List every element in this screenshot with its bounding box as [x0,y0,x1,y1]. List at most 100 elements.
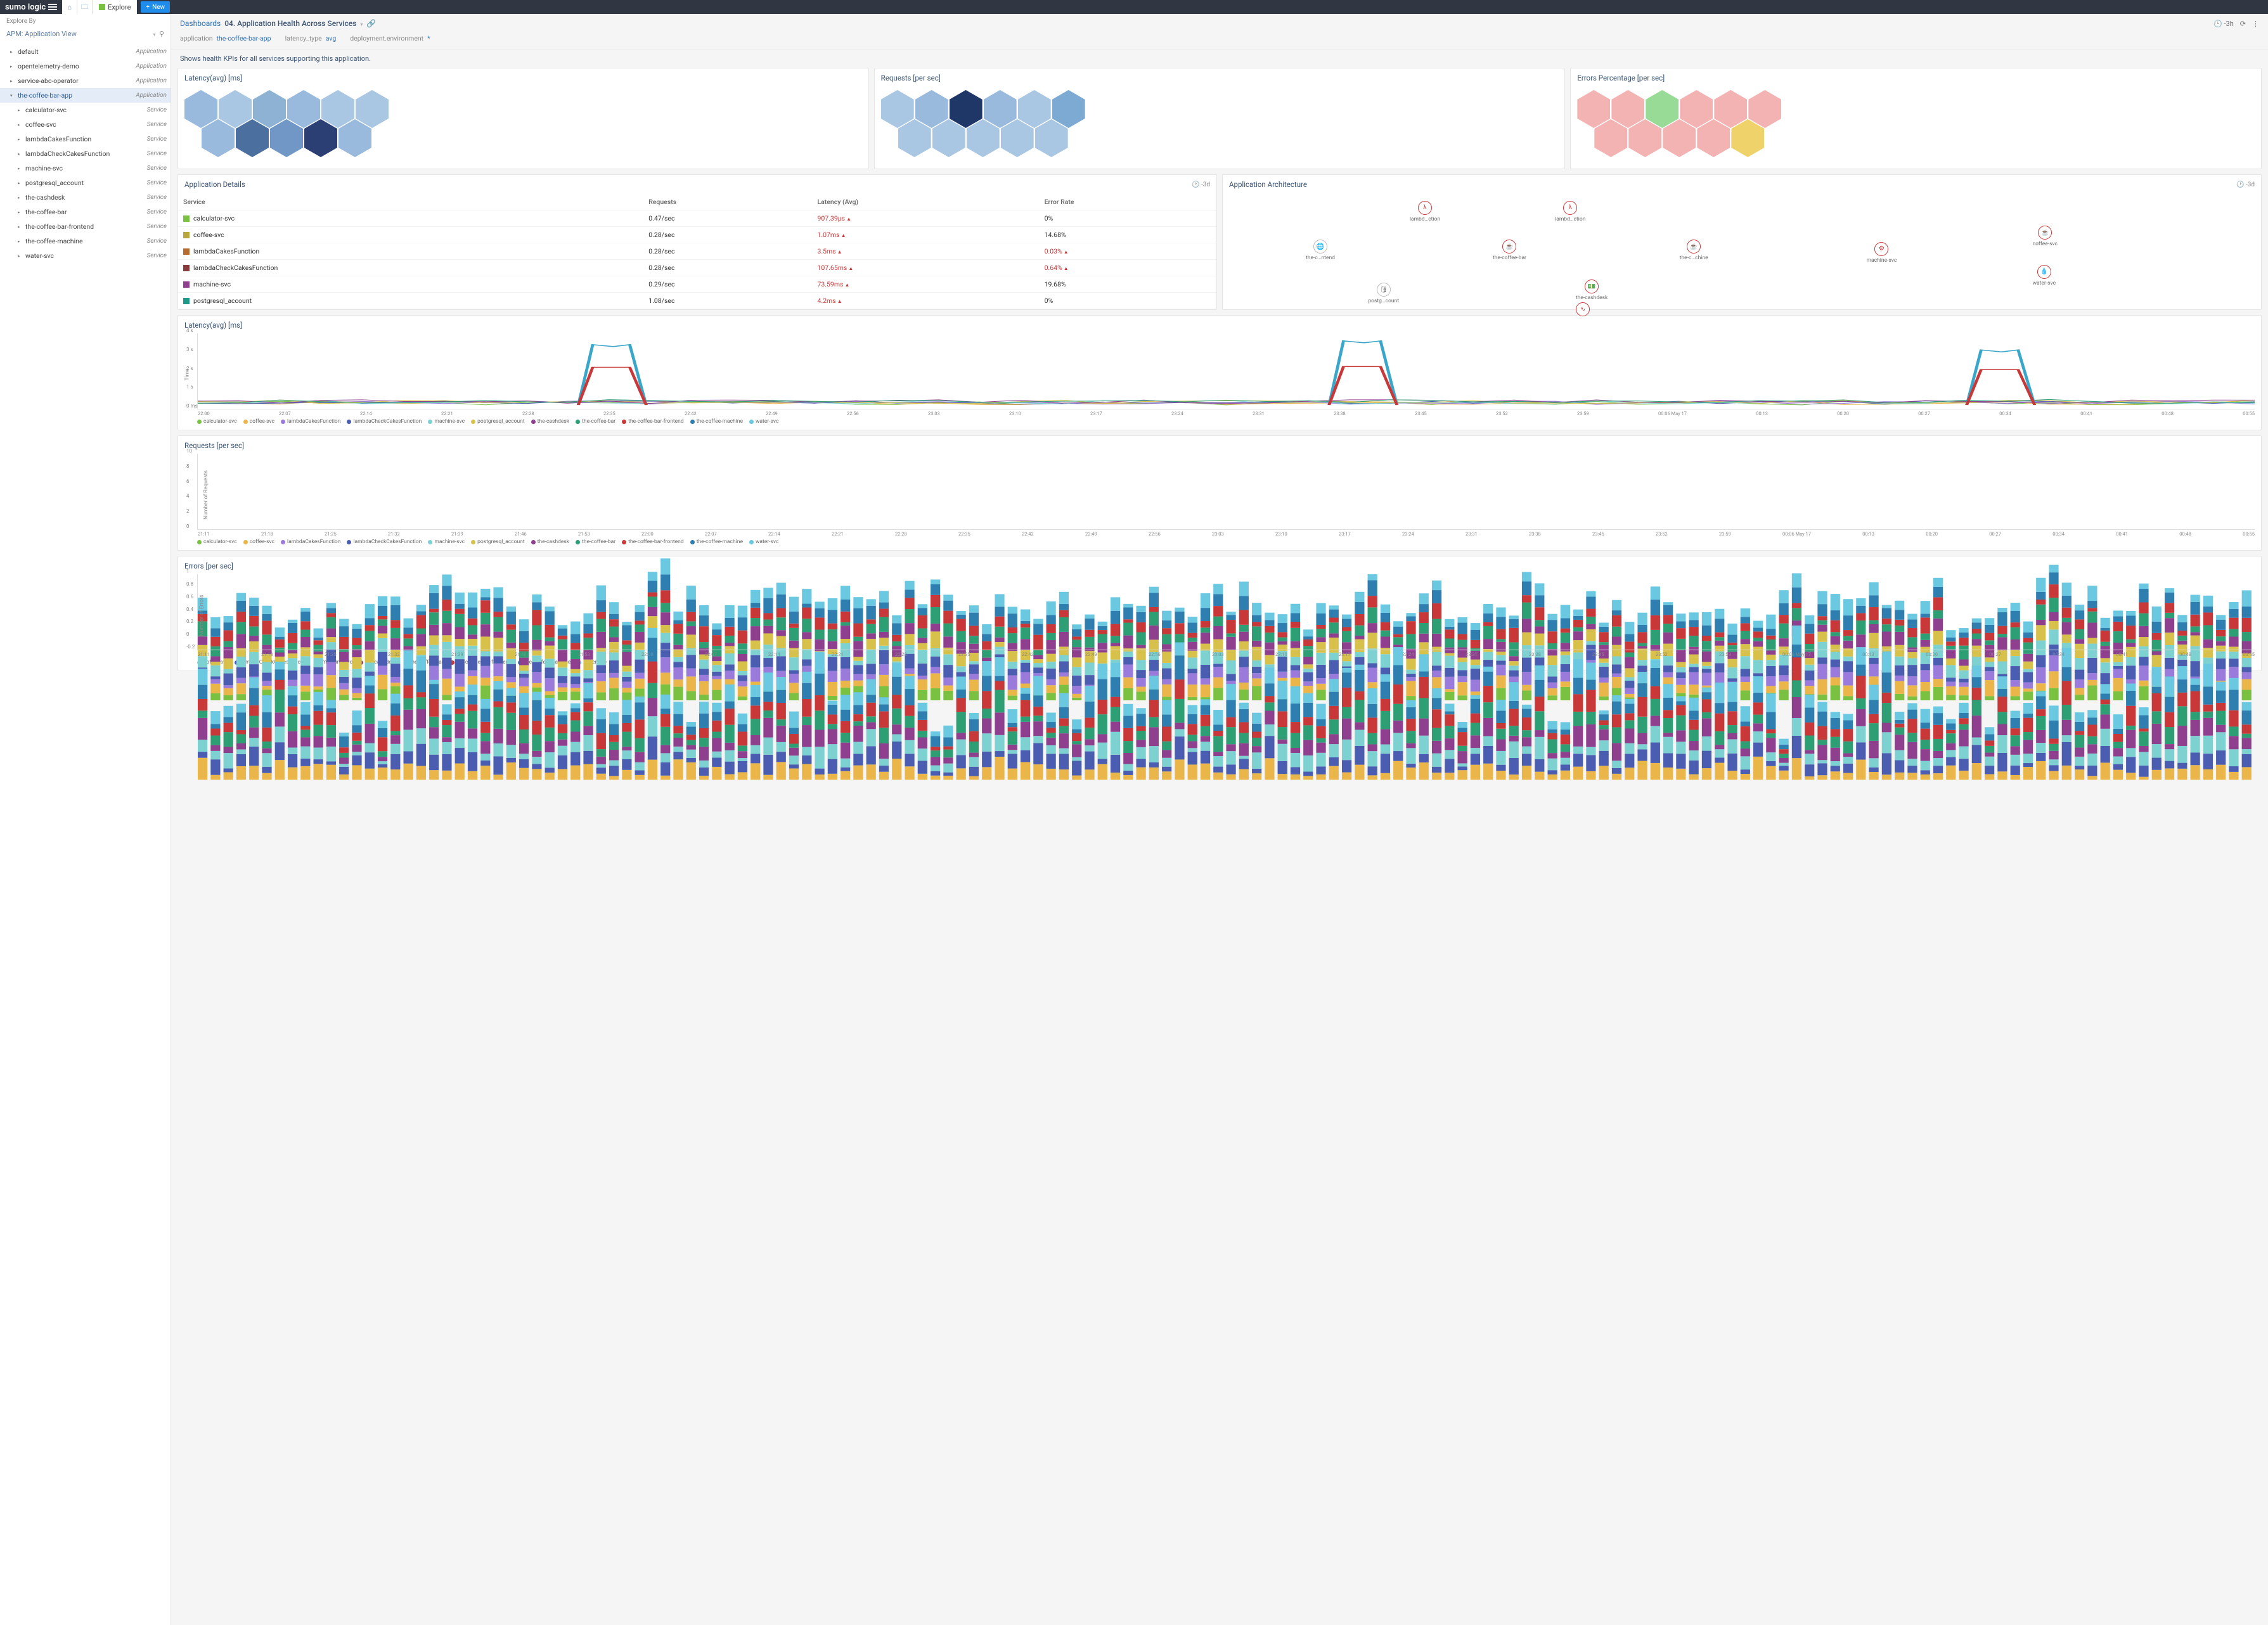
hex-cell[interactable] [184,90,217,128]
legend-item[interactable]: the-coffee-bar-frontend [622,418,684,425]
tab-explore[interactable]: Explore [93,0,137,14]
table-row[interactable]: lambdaCakesFunction0.28/sec3.5ms▲0.03%▲ [178,243,1216,260]
sidebar-item-service[interactable]: ▸coffee-svcService [0,117,171,132]
filter-pill[interactable]: deployment.environment * [350,34,430,42]
hex-cell[interactable] [915,90,948,128]
sidebar-item-service[interactable]: ▸the-coffee-barService [0,205,171,219]
legend-item[interactable]: machine-svc [428,418,465,425]
view-selector[interactable]: APM: Application View ▾ ⚲ [0,29,171,43]
hex-cell[interactable] [1594,119,1627,157]
chevron-down-icon[interactable]: ▾ [360,22,363,27]
hex-cell[interactable] [1697,119,1730,157]
hex-cell[interactable] [950,90,983,128]
new-button[interactable]: +New [141,1,170,13]
hex-cell[interactable] [967,119,1000,157]
time-range[interactable]: 🕑 -3h [2213,20,2234,28]
table-row[interactable]: machine-svc0.29/sec73.59ms▲19.68% [178,276,1216,293]
sidebar-item-service[interactable]: ▸the-cashdeskService [0,190,171,205]
hex-cell[interactable] [1611,90,1644,128]
more-icon[interactable]: ⋮ [2252,20,2259,28]
hex-cell[interactable] [356,90,389,128]
table-row[interactable]: coffee-svc0.28/sec1.07ms▲14.68% [178,227,1216,243]
sidebar-item-application[interactable]: ▸opentelemetry-demoApplication [0,59,171,74]
hex-cell[interactable] [1714,90,1747,128]
legend-item[interactable]: the-cashdesk [531,418,569,425]
arch-node[interactable]: 🌐the-c…ntend [1306,240,1335,261]
chart-canvas[interactable]: Time0 ms1 s2 s3 s4 s 22:0022:0722:1422:2… [197,333,2255,409]
legend-item[interactable]: water-svc [749,418,778,425]
hex-cell[interactable] [287,90,320,128]
chart-canvas[interactable]: Number of Errors-0.200.20.40.60.81 21:11… [197,574,2255,650]
sidebar-item-application[interactable]: ▾the-coffee-bar-appApplication [0,88,171,103]
sidebar-item-service[interactable]: ▸machine-svcService [0,161,171,176]
hex-cell[interactable] [1018,90,1051,128]
hex-cell[interactable] [253,90,286,128]
col-header[interactable]: Requests [643,194,812,210]
sidebar-item-application[interactable]: ▸defaultApplication [0,44,171,59]
hex-cell[interactable] [1628,119,1661,157]
arch-node[interactable]: λlambd…ction [1410,201,1440,222]
arch-node[interactable]: ☕the-coffee-bar [1493,240,1526,261]
sidebar-item-service[interactable]: ▸water-svcService [0,248,171,263]
sidebar-item-service[interactable]: ▸calculator-svcService [0,103,171,117]
arch-node[interactable]: ☕the-c…chine [1680,240,1708,261]
arch-node[interactable]: λlambd…ction [1555,201,1585,222]
legend-item[interactable]: the-coffee-machine [690,418,743,425]
hex-cell[interactable] [236,119,269,157]
hex-cell[interactable] [219,90,252,128]
legend-item[interactable]: postgresql_account [471,418,525,425]
hex-cell[interactable] [1001,119,1034,157]
filter-pill[interactable]: latency_type avg [285,34,337,42]
legend-item[interactable]: lambdaCakesFunction [281,418,340,425]
library-button[interactable]: 🗀 [77,0,93,14]
arch-node[interactable]: 🛢postg…count [1368,283,1399,304]
legend-item[interactable]: calculator-svc [197,418,237,425]
menu-icon[interactable] [48,4,57,10]
hex-cell[interactable] [1663,119,1696,157]
hex-cell[interactable] [338,119,371,157]
legend-item[interactable]: lambdaCheckCakesFunction [347,418,422,425]
hex-cell[interactable] [321,90,354,128]
legend-item[interactable]: the-coffee-bar [576,418,615,425]
link-icon[interactable]: 🔗 [366,19,376,28]
hex-cell[interactable] [898,119,931,157]
filter-icon[interactable]: ⚲ [159,30,164,38]
arch-node[interactable]: 💧water-svc [2033,265,2056,286]
chart-canvas[interactable]: Number of Requests0246810 21:1121:1821:2… [197,454,2255,530]
time-range[interactable]: 🕑 -3d [2236,181,2255,188]
arch-node[interactable]: 💵the-cashdesk [1576,279,1608,301]
hex-cell[interactable] [1731,119,1764,157]
hex-cell[interactable] [932,119,965,157]
refresh-icon[interactable]: ⟳ [2240,20,2246,28]
hex-cell[interactable] [881,90,914,128]
hex-cell[interactable] [1748,90,1781,128]
arch-node[interactable]: ∿ [1576,302,1590,318]
sidebar-item-service[interactable]: ▸lambdaCheckCakesFunctionService [0,146,171,161]
hex-cell[interactable] [1052,90,1085,128]
sidebar-item-service[interactable]: ▸the-coffee-machineService [0,234,171,248]
hex-cell[interactable] [1680,90,1713,128]
legend-item[interactable]: coffee-svc [243,418,274,425]
sidebar-item-service[interactable]: ▸lambdaCakesFunctionService [0,132,171,146]
arch-node[interactable]: ☕coffee-svc [2033,226,2058,247]
home-button[interactable]: ⌂ [62,0,77,14]
hex-cell[interactable] [1577,90,1610,128]
sidebar-item-service[interactable]: ▸postgresql_accountService [0,176,171,190]
sidebar-item-service[interactable]: ▸the-coffee-bar-frontendService [0,219,171,234]
filter-pill[interactable]: application the-coffee-bar-app [180,34,271,42]
table-row[interactable]: calculator-svc0.47/sec907.39µs▲0% [178,210,1216,227]
hex-cell[interactable] [270,119,303,157]
col-header[interactable]: Error Rate [1040,194,1216,210]
hex-cell[interactable] [304,119,337,157]
arch-node[interactable]: ⚙machine-svc [1867,242,1897,264]
table-row[interactable]: postgresql_account1.08/sec4.2ms▲0% [178,293,1216,309]
hex-cell[interactable] [202,119,235,157]
hex-cell[interactable] [1035,119,1068,157]
hex-cell[interactable] [1646,90,1678,128]
table-row[interactable]: lambdaCheckCakesFunction0.28/sec107.65ms… [178,260,1216,276]
col-header[interactable]: Latency (Avg) [812,194,1039,210]
col-header[interactable]: Service [178,194,643,210]
hex-cell[interactable] [984,90,1017,128]
time-range[interactable]: 🕑 -3d [1192,181,1210,188]
sidebar-item-application[interactable]: ▸service-abc-operatorApplication [0,74,171,88]
